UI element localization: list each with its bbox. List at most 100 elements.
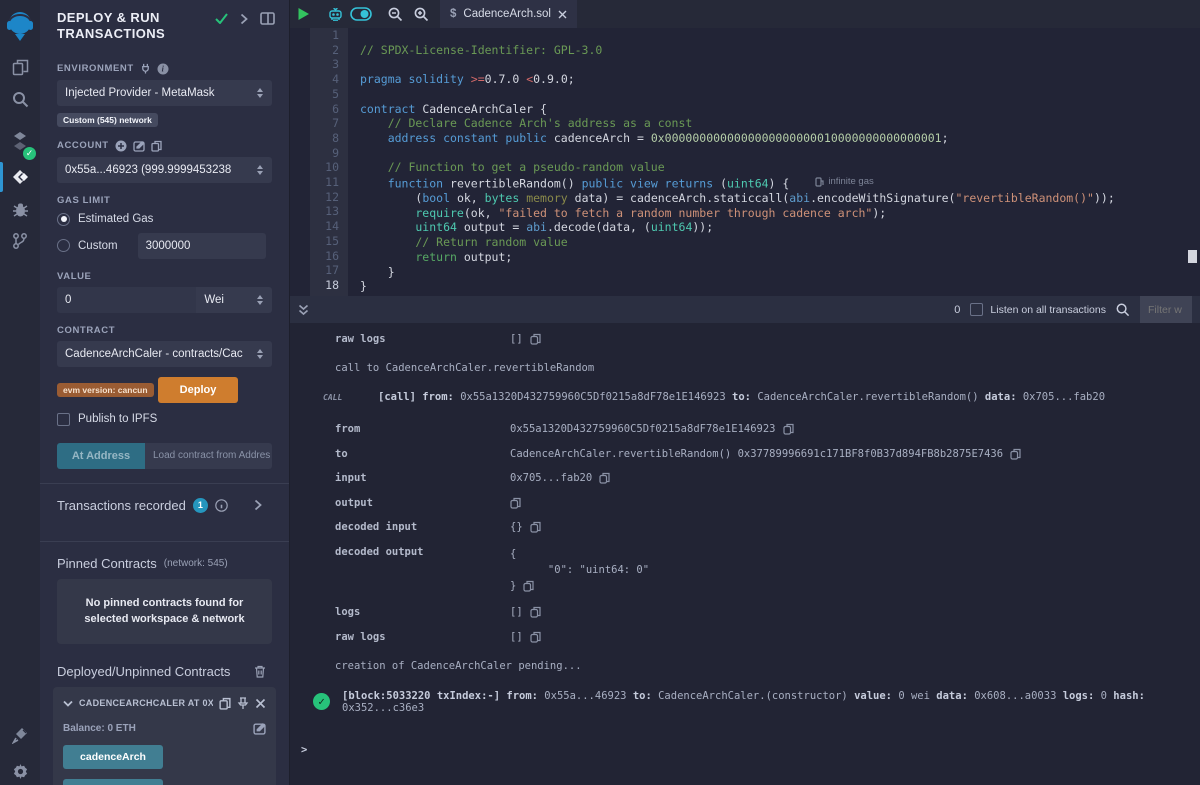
gas-estimate-annotation: infinite gas: [815, 175, 873, 190]
expand-transactions-chevron-icon[interactable]: [254, 499, 262, 511]
code-line: // SPDX-License-Identifier: GPL-3.0: [360, 43, 1200, 58]
code-editor[interactable]: 123456789101112131415161718 // SPDX-Lice…: [290, 28, 1200, 296]
terminal-value: CadenceArchCaler.revertibleRandom() 0x37…: [510, 448, 1021, 460]
gas-custom-option[interactable]: Custom 3000000: [57, 233, 272, 259]
copy-icon[interactable]: [510, 497, 521, 509]
gas-custom-label: Custom: [78, 240, 118, 252]
fn-cadencearch-button[interactable]: cadenceArch: [63, 745, 163, 769]
code-line: require(ok, "failed to fetch a random nu…: [360, 206, 1200, 221]
listen-all-transactions-option[interactable]: Listen on all transactions: [970, 303, 1106, 316]
pin-panel-chevron-icon[interactable]: [240, 13, 248, 25]
close-tab-icon[interactable]: [558, 10, 567, 19]
terminal-kv-row: output: [335, 497, 1200, 509]
editor-toolbar: $ CadenceArch.sol: [290, 0, 1200, 28]
copy-icon[interactable]: [530, 521, 541, 533]
value-unit: Wei: [204, 294, 224, 306]
gas-custom-input[interactable]: 3000000: [138, 233, 266, 259]
debugger-icon[interactable]: [0, 192, 40, 226]
plugin-manager-icon[interactable]: [0, 718, 40, 752]
deployed-contract-card: CADENCEARCHCALER AT 0X Balance: 0 ETH ca…: [53, 687, 276, 785]
remix-logo-icon[interactable]: [0, 6, 40, 46]
terminal-filter-input[interactable]: [1140, 296, 1192, 323]
terminal-search-icon[interactable]: [1116, 303, 1130, 317]
collapse-terminal-chevrons-icon[interactable]: [298, 304, 309, 316]
search-icon[interactable]: [0, 82, 40, 116]
copy-account-icon[interactable]: [151, 140, 162, 152]
copilot-toggle-icon[interactable]: [348, 0, 374, 28]
clear-deployed-trash-icon[interactable]: [254, 665, 266, 678]
copy-icon[interactable]: [523, 580, 534, 592]
file-explorer-icon[interactable]: [0, 50, 40, 84]
contract-select[interactable]: CadenceArchCaler - contracts/Cac: [57, 341, 272, 367]
network-badge: Custom (545) network: [57, 113, 158, 127]
panel-title: DEPLOY & RUN TRANSACTIONS: [40, 0, 210, 49]
zoom-in-icon[interactable]: [408, 0, 434, 28]
copy-icon[interactable]: [530, 606, 541, 618]
copy-address-icon[interactable]: [219, 697, 231, 710]
info-icon[interactable]: i: [157, 63, 169, 75]
scrollbar-marker: [1188, 250, 1197, 263]
code-line: address constant public cadenceArch = 0x…: [360, 131, 1200, 146]
terminal-value: []: [510, 333, 541, 345]
terminal-key: input: [335, 472, 510, 484]
copy-icon[interactable]: [783, 423, 794, 435]
value-unit-select[interactable]: Wei: [196, 287, 272, 313]
terminal-key: output: [335, 497, 510, 509]
at-address-input[interactable]: Load contract from Addres: [145, 443, 272, 469]
account-label: ACCOUNT: [57, 140, 109, 151]
code-line: contract CadenceArchCaler {: [360, 102, 1200, 117]
ai-copilot-robot-icon[interactable]: [322, 0, 348, 28]
run-script-play-icon[interactable]: [290, 0, 316, 28]
terminal-output[interactable]: raw logs[]call to CadenceArchCaler.rever…: [290, 323, 1200, 785]
deploy-button[interactable]: Deploy: [158, 377, 238, 403]
terminal-key: raw logs: [335, 631, 510, 643]
settings-gear-icon[interactable]: [0, 754, 40, 785]
terminal-call-line: CALL[call] from: 0x55a1320D432759960C5Df…: [335, 391, 1200, 403]
edit-balance-icon[interactable]: [253, 722, 266, 735]
sign-message-icon[interactable]: [133, 140, 145, 152]
code-line: // Function to get a pseudo-random value: [360, 160, 1200, 175]
value-input[interactable]: 0: [57, 287, 196, 313]
tx-success-check-icon: ✓: [313, 693, 330, 710]
environment-select[interactable]: Injected Provider - MetaMask: [57, 80, 272, 106]
copy-icon[interactable]: [1010, 448, 1021, 460]
deployed-contract-header[interactable]: CADENCEARCHCALER AT 0X: [79, 698, 213, 708]
radio-unselected-icon: [57, 239, 70, 252]
plug-icon[interactable]: [140, 63, 151, 74]
copy-icon[interactable]: [599, 472, 610, 484]
code-line: pragma solidity >=0.7.0 <0.9.0;: [360, 72, 1200, 87]
pin-contract-icon[interactable]: [237, 697, 249, 710]
terminal-value: { "0": "uint64: 0"}: [510, 546, 649, 594]
add-account-icon[interactable]: [115, 140, 127, 152]
code-line: [360, 146, 1200, 161]
remove-contract-close-icon[interactable]: [255, 698, 266, 709]
radio-selected-icon: [57, 213, 70, 226]
terminal-kv-row: decoded output{ "0": "uint64: 0"}: [335, 546, 1200, 594]
at-address-button[interactable]: At Address: [57, 443, 145, 469]
solidity-file-icon: $: [450, 8, 456, 20]
terminal-text-line: call to CadenceArchCaler.revertibleRando…: [335, 362, 1200, 374]
collapse-chevron-icon[interactable]: [63, 700, 73, 707]
tab-label: CadenceArch.sol: [463, 8, 551, 20]
copy-icon[interactable]: [530, 333, 541, 345]
publish-ipfs-option[interactable]: Publish to IPFS: [57, 413, 272, 426]
gas-estimated-option[interactable]: Estimated Gas: [57, 213, 272, 226]
info-icon[interactable]: [215, 499, 228, 512]
git-icon[interactable]: [0, 224, 40, 258]
zoom-out-icon[interactable]: [382, 0, 408, 28]
fn-revertiblerandom-button[interactable]: revertibleRa...: [63, 779, 163, 785]
terminal-kv-row: raw logs[]: [335, 333, 1200, 345]
tab-cadencearch-sol[interactable]: $ CadenceArch.sol: [440, 0, 577, 28]
contract-balance: Balance: 0 ETH: [63, 723, 136, 734]
split-view-icon[interactable]: [260, 12, 275, 25]
account-select[interactable]: 0x55a...46923 (999.9999453238: [57, 157, 272, 183]
terminal-key: logs: [335, 606, 510, 618]
deploy-and-run-icon[interactable]: [0, 160, 40, 194]
terminal-kv-row: decoded input{}: [335, 521, 1200, 533]
copy-icon[interactable]: [530, 631, 541, 643]
terminal-value: {}: [510, 521, 541, 533]
solidity-compiler-icon[interactable]: ✓: [0, 122, 40, 160]
terminal-text-line: creation of CadenceArchCaler pending...: [335, 660, 1200, 672]
contract-label: CONTRACT: [57, 325, 115, 336]
pinned-empty-message: No pinned contracts found for selected w…: [57, 579, 272, 644]
